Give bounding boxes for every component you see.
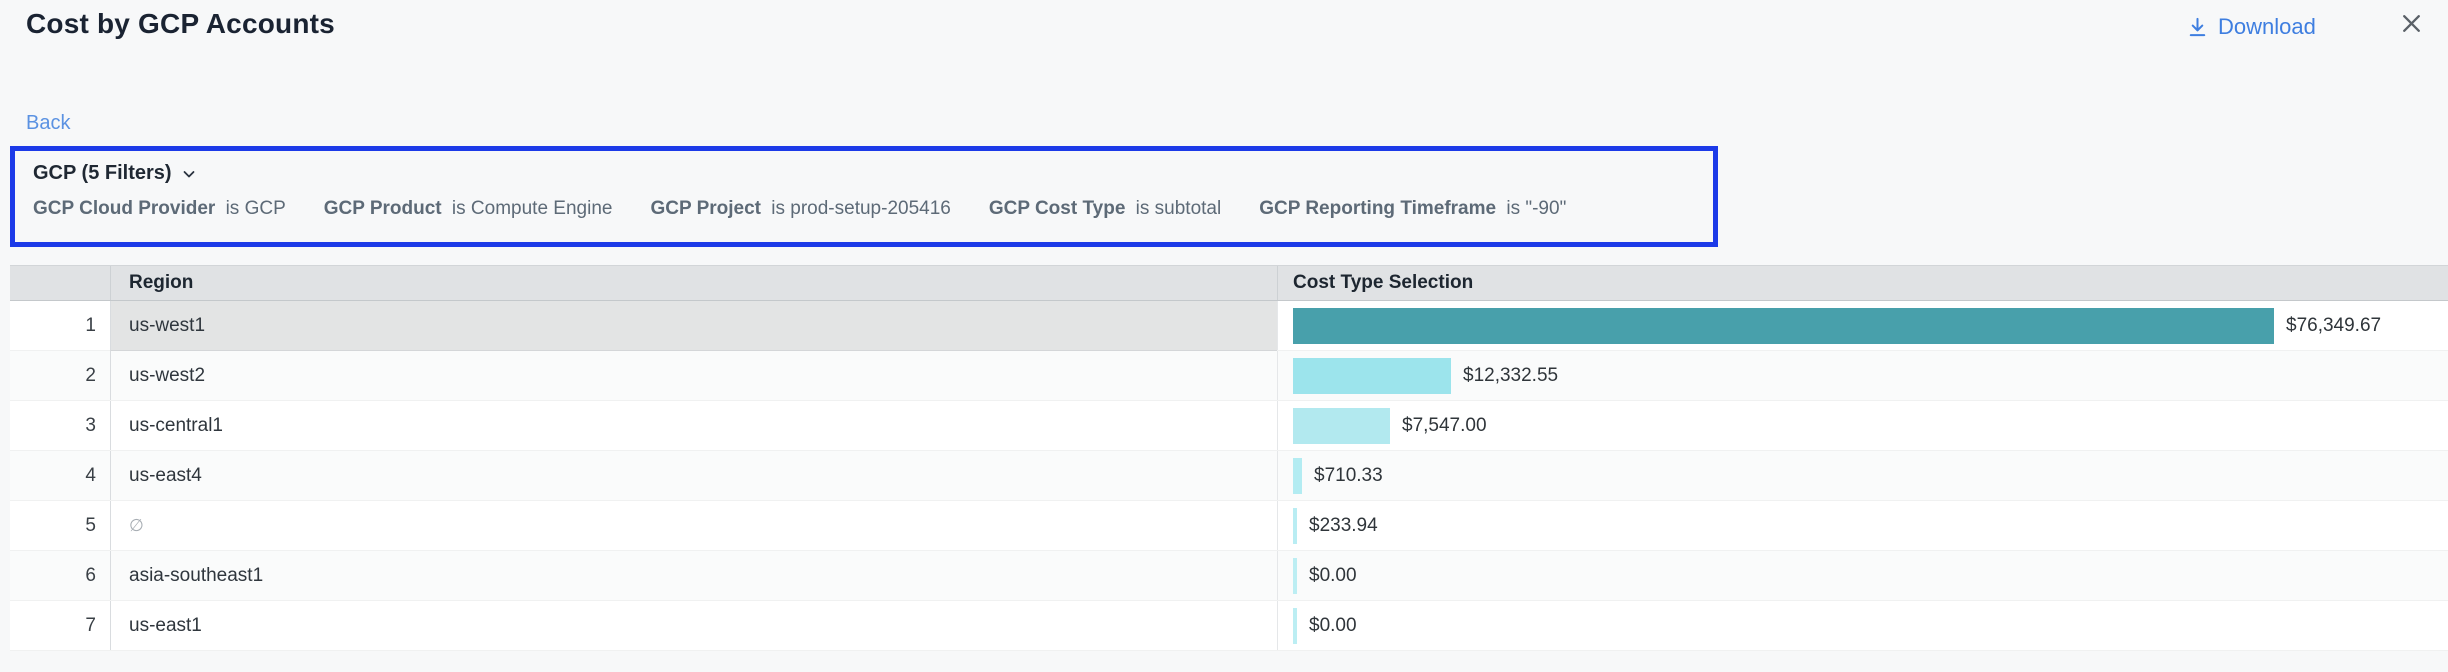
- row-number: 2: [10, 351, 110, 400]
- cost-bar: [1293, 508, 1297, 544]
- table-row[interactable]: 7 us-east1 $0.00: [10, 601, 2448, 651]
- cost-value-label: $0.00: [1309, 565, 1357, 587]
- table-row[interactable]: 2 us-west2 $12,332.55: [10, 351, 2448, 401]
- cost-bar: [1293, 458, 1302, 494]
- table-row[interactable]: 4 us-east4 $710.33: [10, 451, 2448, 501]
- region-label: asia-southeast1: [129, 565, 263, 587]
- chevron-down-icon: [181, 166, 197, 182]
- table-body: 1 us-west1 $76,349.67 2 us-west2 $12,332…: [10, 301, 2448, 651]
- region-cell[interactable]: us-west2: [110, 351, 1277, 400]
- cost-cell[interactable]: $0.00: [1277, 551, 2448, 600]
- cost-bar: [1293, 358, 1451, 394]
- filter-field-name: GCP Cloud Provider: [33, 198, 215, 219]
- row-number: 3: [10, 401, 110, 450]
- close-button[interactable]: [2398, 10, 2425, 37]
- download-label: Download: [2218, 14, 2316, 40]
- region-cell[interactable]: us-east4: [110, 451, 1277, 500]
- cost-column-header[interactable]: Cost Type Selection: [1277, 266, 2448, 300]
- cost-value-label: $233.94: [1309, 515, 1378, 537]
- applied-filter: GCP Project is prod-setup-205416: [650, 198, 950, 220]
- filter-condition: is prod-setup-205416: [766, 198, 951, 219]
- cost-bar: [1293, 408, 1390, 444]
- table-row[interactable]: 3 us-central1 $7,547.00: [10, 401, 2448, 451]
- cost-value-label: $76,349.67: [2286, 315, 2381, 337]
- filter-condition: is subtotal: [1130, 198, 1221, 219]
- cost-value-label: $12,332.55: [1463, 365, 1558, 387]
- back-link[interactable]: Back: [26, 112, 70, 135]
- cost-cell[interactable]: $710.33: [1277, 451, 2448, 500]
- table-header-row: Region Cost Type Selection: [10, 265, 2448, 301]
- region-label: us-east1: [129, 615, 202, 637]
- cost-cell[interactable]: $12,332.55: [1277, 351, 2448, 400]
- cost-table: Region Cost Type Selection 1 us-west1 $7…: [10, 265, 2448, 651]
- filters-summary-dropdown[interactable]: GCP (5 Filters): [33, 162, 197, 185]
- filters-summary-label: GCP (5 Filters): [33, 162, 172, 185]
- region-column-header[interactable]: Region: [110, 266, 1277, 300]
- applied-filters-list: GCP Cloud Provider is GCP GCP Product is…: [33, 198, 1713, 220]
- region-cell[interactable]: us-east1: [110, 601, 1277, 650]
- cost-bar: [1293, 308, 2274, 344]
- table-row[interactable]: 1 us-west1 $76,349.67: [10, 301, 2448, 351]
- cost-value-label: $7,547.00: [1402, 415, 1487, 437]
- region-cell[interactable]: asia-southeast1: [110, 551, 1277, 600]
- region-cell[interactable]: us-west1: [110, 301, 1277, 351]
- close-icon: [2398, 10, 2425, 37]
- download-icon: [2186, 16, 2209, 39]
- download-button[interactable]: Download: [2186, 14, 2316, 40]
- table-row[interactable]: 6 asia-southeast1 $0.00: [10, 551, 2448, 601]
- cost-cell[interactable]: $0.00: [1277, 601, 2448, 650]
- cost-cell[interactable]: $233.94: [1277, 501, 2448, 550]
- region-label: us-east4: [129, 465, 202, 487]
- filter-panel-highlight-box: GCP (5 Filters) GCP Cloud Provider is GC…: [10, 146, 1718, 247]
- row-number-column-header: [10, 266, 110, 300]
- applied-filter: GCP Reporting Timeframe is "-90": [1259, 198, 1566, 220]
- cost-bar: [1293, 608, 1297, 644]
- region-cell[interactable]: us-central1: [110, 401, 1277, 450]
- applied-filter: GCP Cloud Provider is GCP: [33, 198, 286, 220]
- page-title: Cost by GCP Accounts: [26, 8, 335, 40]
- filter-condition: is Compute Engine: [447, 198, 613, 219]
- filter-field-name: GCP Project: [650, 198, 761, 219]
- cost-cell[interactable]: $76,349.67: [1277, 301, 2448, 350]
- cost-cell[interactable]: $7,547.00: [1277, 401, 2448, 450]
- row-number: 6: [10, 551, 110, 600]
- region-label: us-west1: [129, 315, 205, 337]
- filter-condition: is GCP: [220, 198, 285, 219]
- region-label: ∅: [129, 516, 144, 536]
- region-cell[interactable]: ∅: [110, 501, 1277, 550]
- filter-condition: is "-90": [1501, 198, 1566, 219]
- table-row[interactable]: 5 ∅ $233.94: [10, 501, 2448, 551]
- region-label: us-west2: [129, 365, 205, 387]
- applied-filter: GCP Product is Compute Engine: [324, 198, 613, 220]
- filter-field-name: GCP Reporting Timeframe: [1259, 198, 1496, 219]
- applied-filter: GCP Cost Type is subtotal: [989, 198, 1221, 220]
- cost-value-label: $710.33: [1314, 465, 1383, 487]
- region-label: us-central1: [129, 415, 223, 437]
- filter-field-name: GCP Product: [324, 198, 442, 219]
- row-number: 1: [10, 301, 110, 350]
- row-number: 4: [10, 451, 110, 500]
- row-number: 5: [10, 501, 110, 550]
- cost-bar: [1293, 558, 1297, 594]
- row-number: 7: [10, 601, 110, 650]
- filter-field-name: GCP Cost Type: [989, 198, 1126, 219]
- cost-value-label: $0.00: [1309, 615, 1357, 637]
